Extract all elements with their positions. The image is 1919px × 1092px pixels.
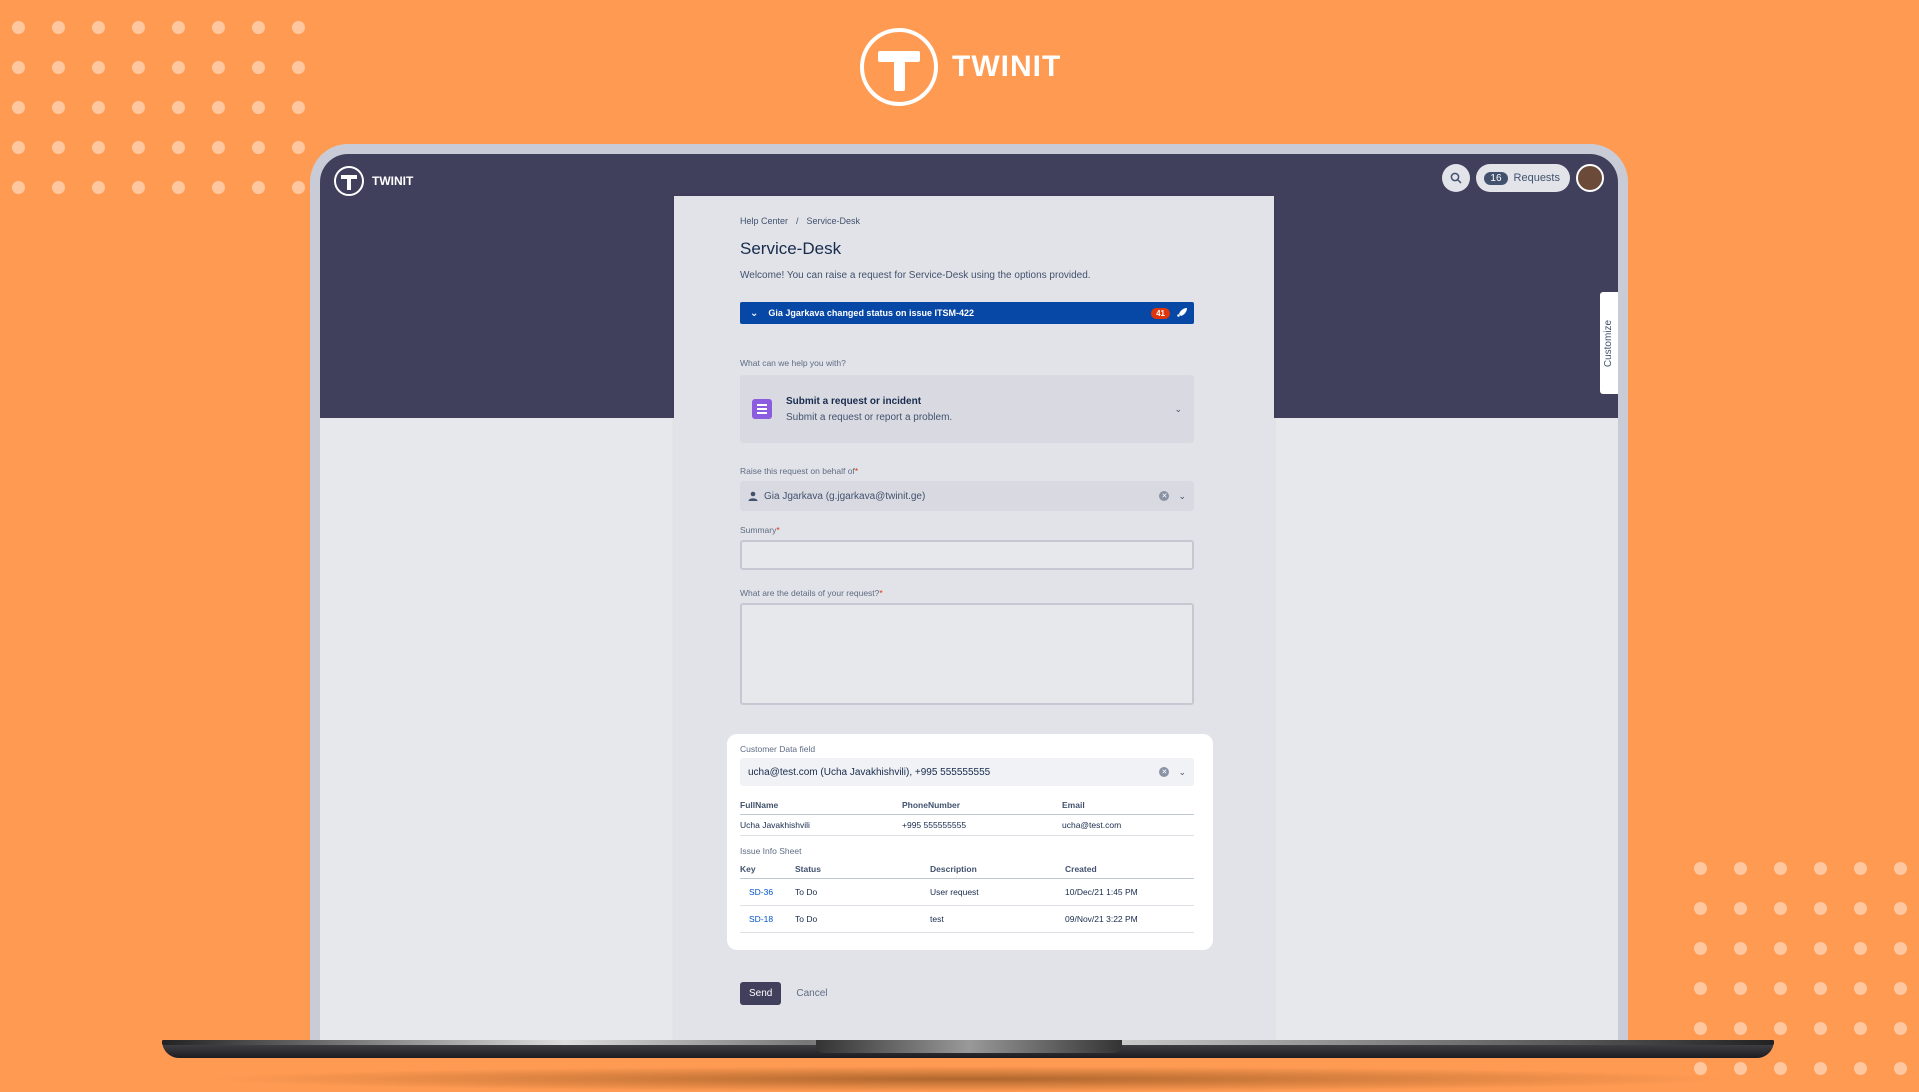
breadcrumb-service-desk[interactable]: Service-Desk [807, 216, 861, 226]
summary-label-text: Summary [740, 525, 777, 535]
requests-button[interactable]: 16 Requests [1476, 164, 1570, 192]
table-row: Ucha Javakhishvili +995 555555555 ucha@t… [740, 814, 1194, 836]
app-logo-text: TWINIT [372, 174, 414, 188]
behalf-select[interactable]: Gia Jgarkava (g.jgarkava@twinit.ge) ✕ ⌄ [740, 481, 1194, 511]
notification-text: Gia Jgarkava changed status on issue ITS… [768, 308, 974, 318]
table-cell: To Do [795, 878, 930, 906]
customer-data-value: ucha@test.com (Ucha Javakhishvili), +995… [748, 766, 991, 778]
search-icon [1451, 172, 1462, 184]
table-cell: To Do [795, 905, 930, 933]
requests-count-badge: 16 [1484, 171, 1508, 185]
customer-data-label: Customer Data field [740, 744, 816, 754]
table-row: SD-18 To Do test 09/Nov/21 3:22 PM [740, 905, 1194, 933]
breadcrumb-help-center[interactable]: Help Center [740, 216, 788, 226]
brand-name: TWINIT [952, 50, 1062, 83]
details-label-text: What are the details of your request? [740, 588, 880, 598]
customize-label: Customize [1603, 319, 1615, 367]
form-icon [752, 399, 772, 419]
chevron-down-icon[interactable]: ⌄ [1178, 491, 1186, 502]
laptop-frame: TWINIT 16 Requests Customize Help Center… [310, 144, 1628, 1044]
customer-data-card: Customer Data field ucha@test.com (Ucha … [727, 734, 1213, 950]
table-row: SD-36 To Do User request 10/Dec/21 1:45 … [740, 878, 1194, 906]
welcome-text: Welcome! You can raise a request for Ser… [740, 270, 1091, 281]
requests-label: Requests [1513, 172, 1560, 184]
send-button[interactable]: Send [740, 982, 782, 1005]
behalf-label: Raise this request on behalf of* [740, 466, 1194, 476]
laptop-shadow [200, 1066, 1740, 1092]
column-header: Status [795, 860, 930, 879]
summary-input[interactable] [740, 540, 1194, 570]
clear-icon[interactable]: ✕ [1159, 767, 1170, 777]
table-cell: 10/Dec/21 1:45 PM [1065, 878, 1194, 906]
top-nav: 16 Requests [1442, 164, 1604, 192]
app-logo[interactable]: TWINIT [334, 166, 413, 196]
app-logo-icon [334, 166, 364, 196]
twinit-logo-icon [860, 28, 938, 106]
request-portal-panel: Help Center / Service-Desk Service-Desk … [674, 196, 1274, 1044]
brand-header: TWINIT [860, 28, 1061, 106]
customize-tab[interactable]: Customize [1600, 292, 1618, 394]
table-cell: test [930, 905, 1065, 933]
chevron-down-icon[interactable]: ⌄ [1178, 767, 1186, 778]
column-header: PhoneNumber [902, 796, 1062, 815]
decorative-dots-top-left [12, 21, 332, 194]
table-cell: Ucha Javakhishvili [740, 814, 902, 836]
breadcrumb: Help Center / Service-Desk [740, 216, 1194, 226]
customer-data-select[interactable]: ucha@test.com (Ucha Javakhishvili), +995… [740, 758, 1194, 786]
table-cell: +995 555555555 [902, 814, 1062, 836]
details-textarea[interactable] [740, 603, 1194, 705]
request-type-title: Submit a request or incident [786, 395, 922, 407]
summary-label: Summary* [740, 525, 1194, 535]
table-cell: 09/Nov/21 3:22 PM [1065, 905, 1194, 933]
user-icon [748, 491, 758, 501]
table-cell: ucha@test.com [1062, 814, 1194, 836]
search-button[interactable] [1442, 164, 1471, 192]
column-header: Email [1062, 796, 1194, 815]
behalf-label-text: Raise this request on behalf of [740, 466, 855, 476]
notification-banner[interactable]: ⌄ Gia Jgarkava changed status on issue I… [740, 302, 1194, 324]
customer-table: FullName PhoneNumber Email Ucha Javakhis… [740, 796, 1194, 836]
notification-count-badge: 41 [1151, 307, 1170, 319]
chevron-down-icon: ⌄ [750, 307, 759, 319]
required-mark: * [854, 466, 859, 476]
column-header: Description [930, 860, 1065, 879]
breadcrumb-separator: / [796, 216, 799, 226]
issue-table: Key Status Description Created SD-36 To … [740, 860, 1194, 933]
required-mark: * [776, 525, 780, 535]
cancel-button[interactable]: Cancel [796, 988, 827, 999]
chevron-down-icon: ⌄ [1174, 403, 1182, 414]
clear-icon[interactable]: ✕ [1159, 491, 1170, 501]
column-header: Created [1065, 860, 1194, 879]
table-cell: User request [930, 878, 1065, 906]
request-type-subtitle: Submit a request or report a problem. [786, 411, 953, 423]
issue-key-link[interactable]: SD-36 [740, 887, 773, 897]
issue-sheet-label: Issue Info Sheet [740, 846, 802, 856]
issue-key-link[interactable]: SD-18 [740, 914, 773, 924]
laptop-base [162, 1040, 1774, 1058]
request-type-select[interactable]: Submit a request or incident Submit a re… [740, 375, 1194, 443]
required-mark: * [879, 588, 883, 598]
details-label: What are the details of your request?* [740, 588, 1194, 598]
rocket-icon [1177, 308, 1187, 317]
laptop-screen: TWINIT 16 Requests Customize Help Center… [320, 154, 1618, 1044]
avatar[interactable] [1576, 164, 1604, 192]
form-actions: Send Cancel [740, 982, 828, 1005]
help-label: What can we help you with? [740, 358, 846, 368]
laptop-notch [816, 1040, 1122, 1053]
column-header: FullName [740, 796, 902, 815]
page-title: Service-Desk [740, 239, 842, 258]
column-header: Key [740, 860, 795, 879]
behalf-value: Gia Jgarkava (g.jgarkava@twinit.ge) [764, 490, 926, 502]
